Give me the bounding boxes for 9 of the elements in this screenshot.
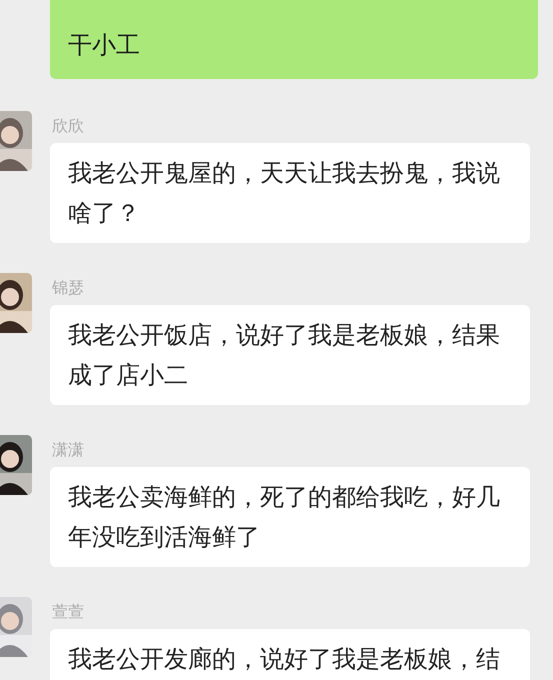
sender-name: 萱萱 xyxy=(52,601,85,623)
message-bubble: 干小工 xyxy=(50,0,538,79)
message-bubble: 我老公开发廊的，说好了我是老板娘，结 xyxy=(50,629,530,680)
sender-name: 欣欣 xyxy=(52,115,85,137)
message-bubble: 我老公开鬼屋的，天天让我去扮鬼，我说啥了？ xyxy=(50,143,530,243)
message-bubble: 我老公卖海鲜的，死了的都给我吃，好几年没吃到活海鲜了 xyxy=(50,467,530,567)
sender-name: 潇潇 xyxy=(52,439,85,461)
message-bubble: 我老公开饭店，说好了我是老板娘，结果成了店小二 xyxy=(50,305,530,405)
sender-name: 锦瑟 xyxy=(52,277,85,299)
